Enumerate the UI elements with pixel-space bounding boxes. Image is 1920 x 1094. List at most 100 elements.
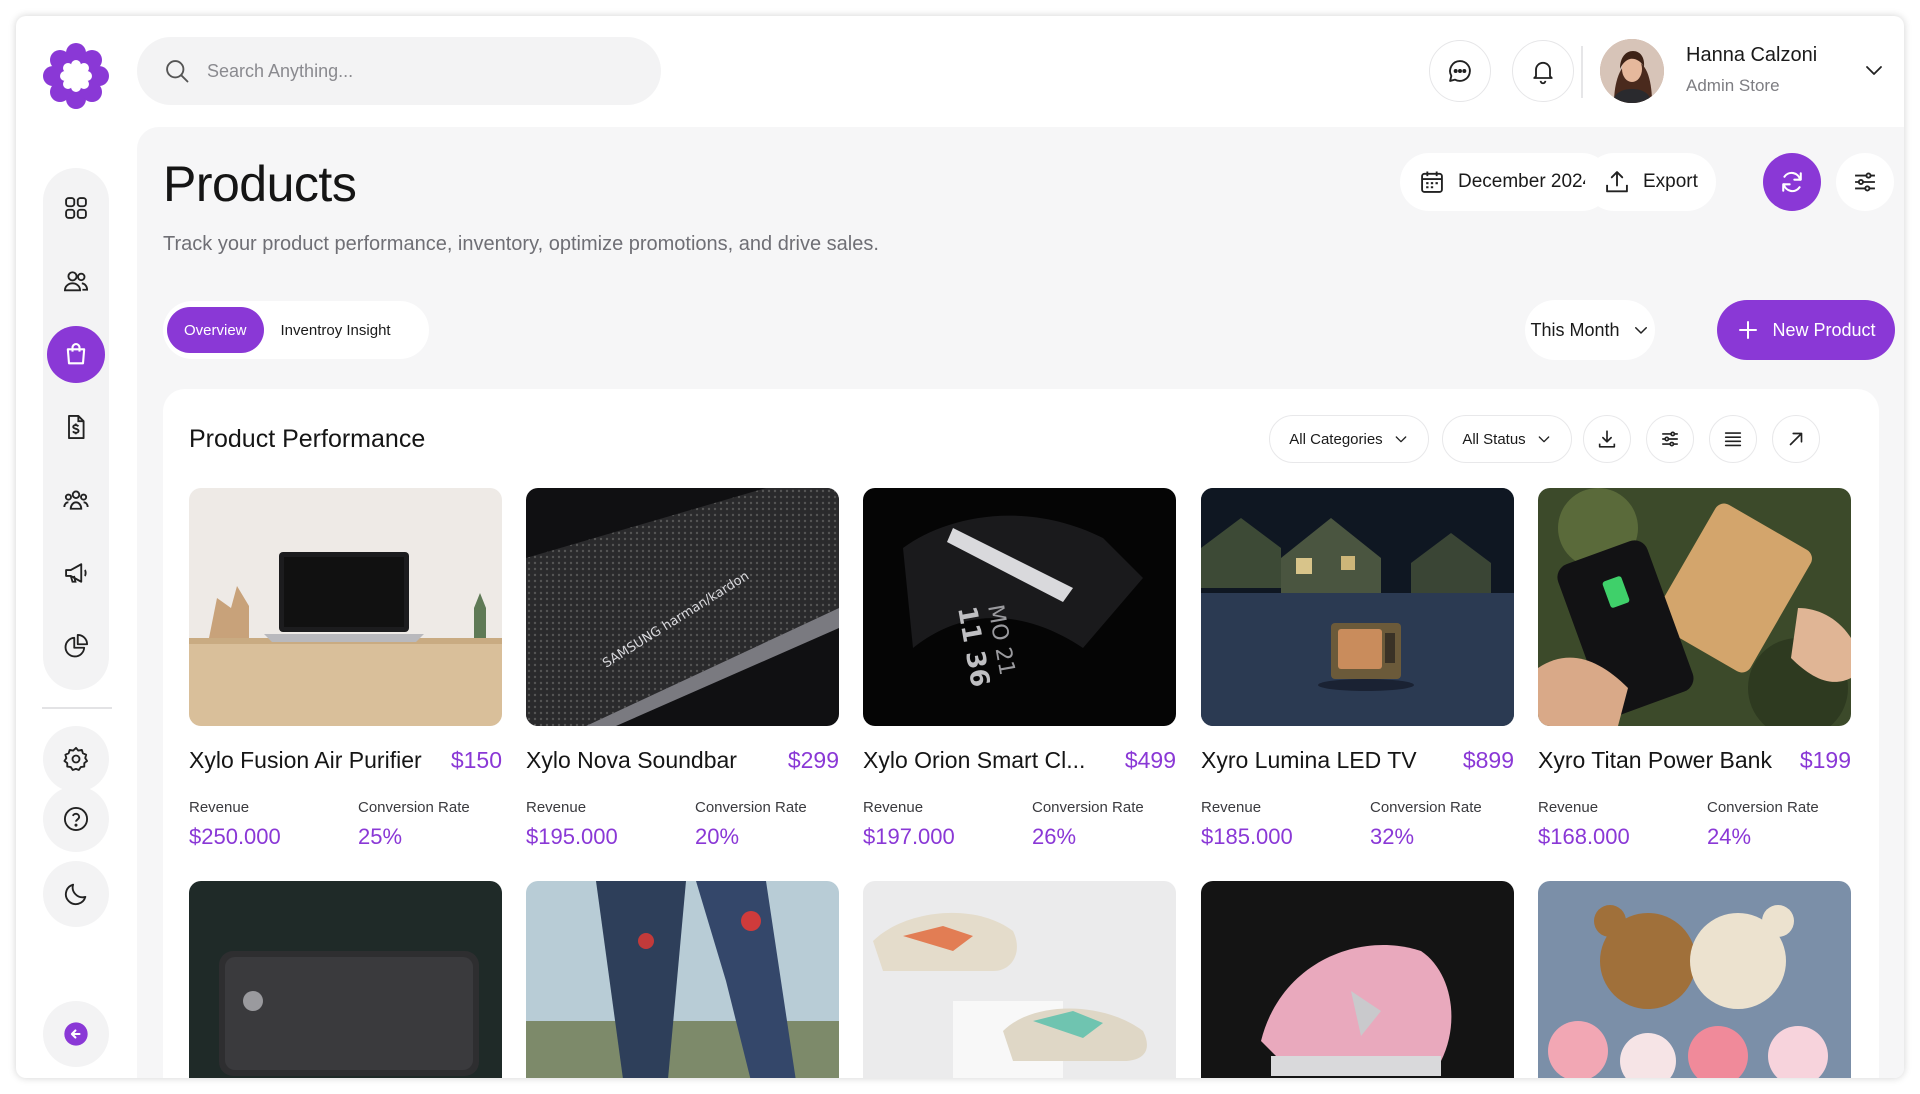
main-content: Products Track your product performance,… (137, 127, 1904, 1078)
product-card[interactable] (1201, 881, 1514, 1078)
nav-marketing[interactable] (47, 544, 105, 601)
product-card[interactable]: Xyro Titan Power Bank $199 Revenue Conve… (1538, 488, 1851, 849)
page-subtitle: Track your product performance, inventor… (163, 233, 879, 255)
status-filter[interactable]: All Status (1442, 415, 1572, 463)
avatar[interactable] (1600, 39, 1664, 103)
notifications-button[interactable] (1512, 40, 1574, 102)
expand-button[interactable] (1772, 415, 1820, 463)
conversion-label: Conversion Rate (1707, 799, 1819, 816)
panel-title: Product Performance (189, 425, 426, 453)
product-card[interactable]: 11 36 MO 21 Xylo Orion Smart Cl... $499 … (863, 488, 1176, 849)
smart-clock-photo: 11 36 MO 21 (863, 488, 1176, 726)
product-card[interactable] (863, 881, 1176, 1078)
nav-team[interactable] (47, 471, 105, 528)
sidebar-divider (42, 707, 112, 709)
page-title: Products (163, 156, 357, 212)
collapse-arrow-icon (64, 1022, 88, 1046)
product-price: $150 (450, 747, 502, 773)
refresh-button[interactable] (1763, 153, 1821, 211)
date-picker-button[interactable]: December 2024 (1400, 153, 1612, 211)
pie-chart-icon (64, 633, 89, 657)
teddy-bears-photo (1538, 881, 1851, 1078)
status-filter-label: All Status (1462, 430, 1526, 448)
tab-inventory-insight[interactable]: Inventroy Insight (264, 307, 408, 353)
topbar-divider (1581, 46, 1583, 98)
dark-mode-toggle[interactable] (43, 861, 109, 927)
list-icon (1724, 432, 1742, 447)
invoice-dollar-icon (68, 414, 85, 440)
view-tabs: Overview Inventroy Insight (163, 301, 429, 359)
settings-button[interactable] (43, 726, 109, 792)
product-price: $299 (787, 747, 839, 773)
conversion-value: 24% (1707, 824, 1752, 849)
product-card[interactable]: Xyro Lumina LED TV $899 Revenue Conversi… (1201, 488, 1514, 849)
period-label: This Month (1530, 319, 1620, 340)
conversion-value: 20% (695, 824, 740, 849)
nav-reports[interactable] (47, 617, 105, 674)
tab-overview[interactable]: Overview (167, 307, 264, 353)
nav-products[interactable] (47, 325, 105, 383)
messages-button[interactable] (1429, 40, 1491, 102)
revenue-value: $250.000 (189, 824, 281, 849)
category-filter[interactable]: All Categories (1269, 415, 1429, 463)
conversion-label: Conversion Rate (1032, 799, 1144, 816)
conversion-label: Conversion Rate (1370, 799, 1482, 816)
product-price: $899 (1462, 747, 1514, 773)
settings-icon (63, 746, 89, 771)
product-price: $199 (1799, 747, 1851, 773)
arrow-up-right-icon (1789, 432, 1803, 446)
dashboard-grid-icon (65, 197, 87, 220)
product-name: Xyro Titan Power Bank (1538, 747, 1772, 773)
conversion-label: Conversion Rate (695, 799, 807, 816)
soundbar-photo: SAMSUNG harman/kardon (526, 488, 839, 726)
revenue-value: $185.000 (1201, 824, 1293, 849)
revenue-label: Revenue (1201, 799, 1262, 816)
power-bank-photo (189, 881, 502, 1078)
pink-sneaker-photo (1201, 881, 1514, 1078)
new-product-button[interactable]: New Product (1717, 300, 1895, 360)
period-select[interactable]: This Month (1525, 300, 1655, 360)
settings-sliders-button[interactable] (1836, 153, 1894, 211)
sliders-icon (1662, 431, 1678, 447)
air-purifier-photo (189, 488, 502, 726)
plus-icon (1739, 321, 1758, 339)
product-card[interactable]: SAMSUNG harman/kardon Xylo Nova Soundbar… (526, 488, 839, 849)
product-card[interactable]: Xylo Fusion Air Purifier $150 Revenue Co… (189, 488, 502, 849)
search-icon (166, 60, 189, 83)
upload-icon (1606, 171, 1628, 193)
help-icon (63, 806, 89, 832)
team-icon (63, 490, 89, 510)
product-name: Xylo Orion Smart Cl... (863, 747, 1086, 773)
date-label: December 2024 (1458, 171, 1594, 192)
collapse-sidebar-button[interactable] (43, 1001, 109, 1067)
search-bar[interactable] (137, 37, 661, 105)
jeans-photo (526, 881, 839, 1078)
product-card[interactable] (1538, 881, 1851, 1078)
chat-bubble-icon (1449, 60, 1471, 82)
calendar-icon (1421, 171, 1443, 193)
brand-logo[interactable] (41, 41, 111, 111)
help-button[interactable] (43, 786, 109, 852)
refresh-icon (1782, 171, 1802, 193)
download-button[interactable] (1583, 415, 1631, 463)
list-view-button[interactable] (1709, 415, 1757, 463)
filter-sliders-button[interactable] (1646, 415, 1694, 463)
nav-customers[interactable] (47, 253, 105, 310)
product-card[interactable] (526, 881, 839, 1078)
search-input[interactable] (207, 60, 607, 82)
app-window: Hanna Calzoni Admin Store Products Track… (16, 16, 1904, 1078)
revenue-value: $195.000 (526, 824, 618, 849)
category-filter-label: All Categories (1289, 430, 1383, 448)
export-button[interactable]: Export (1585, 153, 1716, 211)
nav-dashboard[interactable] (47, 180, 105, 237)
megaphone-icon (65, 563, 87, 583)
conversion-value: 32% (1370, 824, 1415, 849)
sidebar-nav (43, 168, 109, 690)
product-card[interactable] (189, 881, 502, 1078)
conversion-value: 25% (358, 824, 403, 849)
user-name: Hanna Calzoni (1686, 44, 1818, 66)
chevron-down-icon (1538, 436, 1550, 443)
users-icon (63, 271, 89, 292)
nav-invoices[interactable] (47, 399, 105, 456)
chevron-down-icon[interactable] (1862, 58, 1886, 82)
